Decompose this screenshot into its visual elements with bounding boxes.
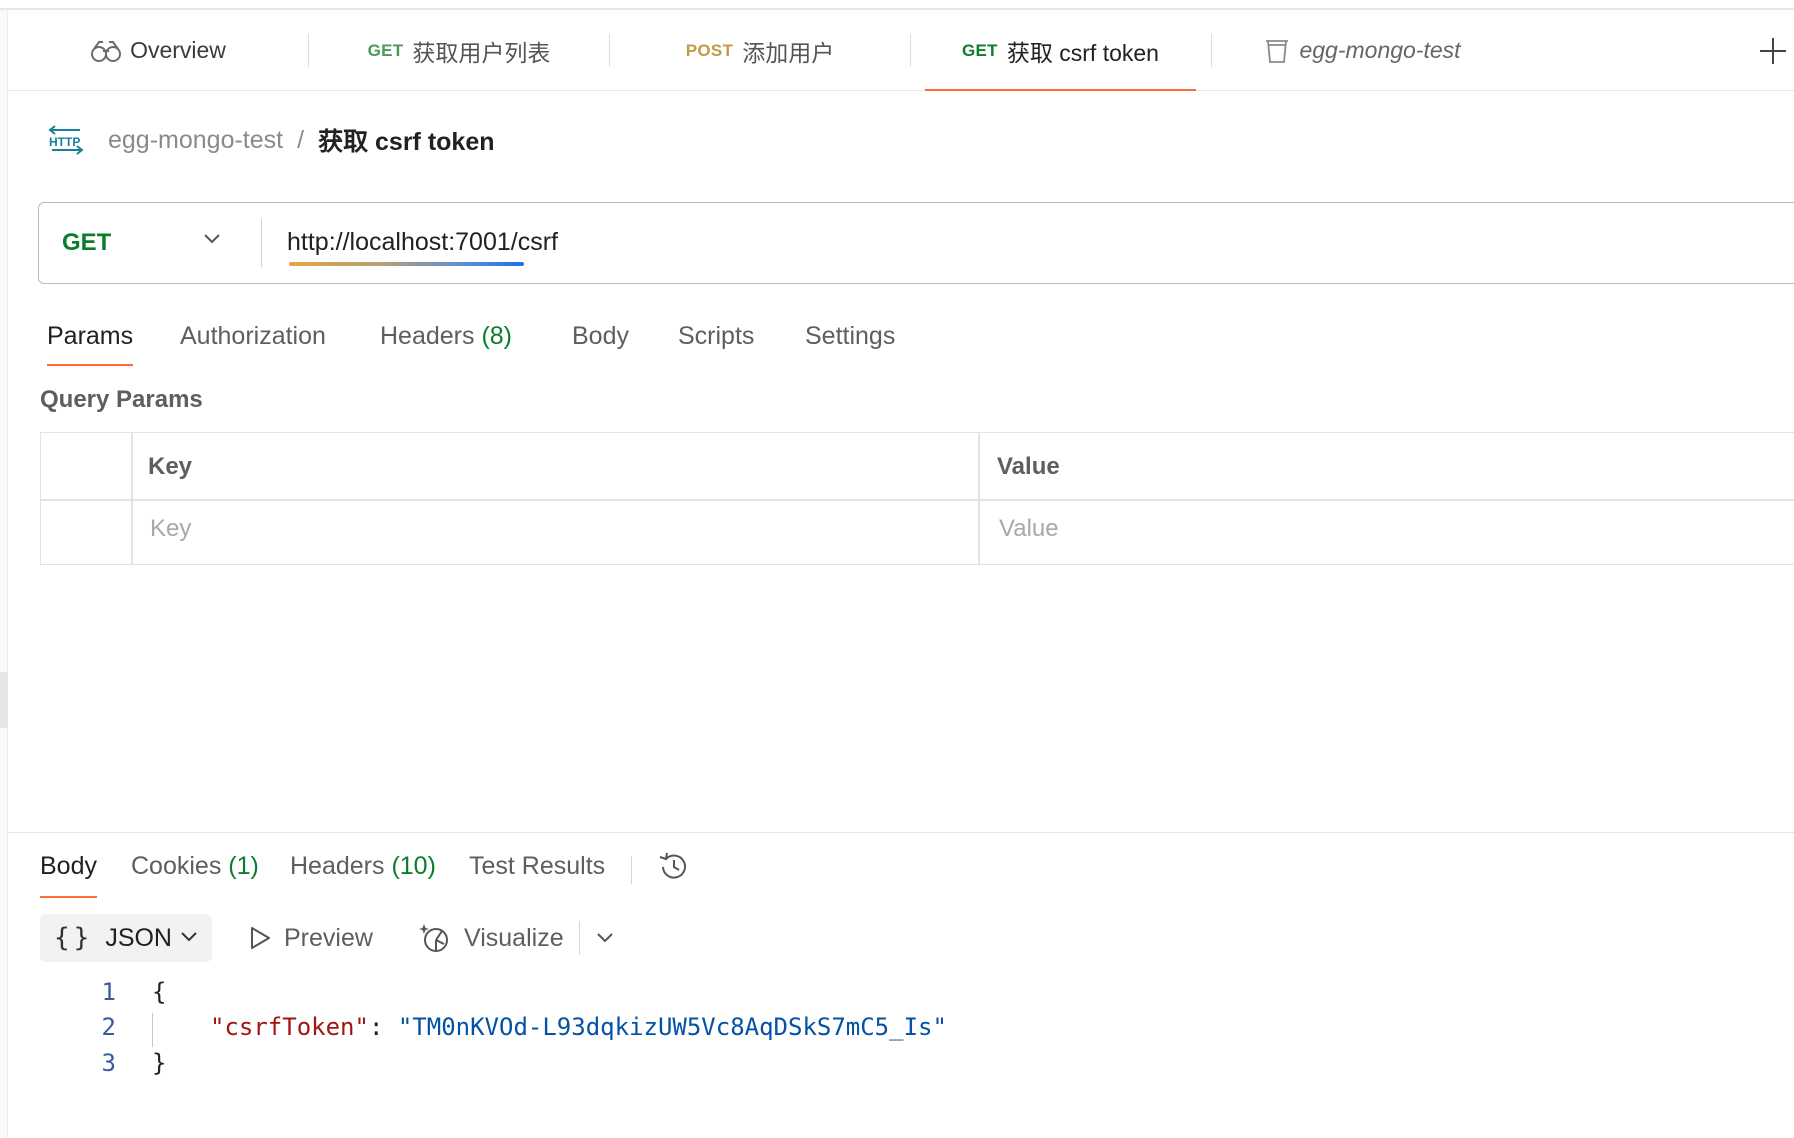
tab-overview[interactable]: Overview — [8, 10, 308, 91]
param-key-input[interactable]: Key — [150, 515, 191, 543]
method-value: GET — [62, 228, 112, 256]
visualize-icon — [419, 924, 448, 952]
chevron-down-icon[interactable] — [594, 928, 616, 948]
url-divider — [261, 219, 262, 267]
method-select[interactable]: GET — [39, 203, 261, 282]
tab-authorization[interactable]: Authorization — [180, 316, 326, 370]
response-tab-divider — [631, 856, 632, 884]
response-headers-count: (10) — [391, 852, 436, 880]
tab-response-body[interactable]: Body — [40, 846, 97, 898]
braces-icon: {} — [54, 923, 94, 953]
breadcrumb: HTTP egg-mongo-test / 获取 csrf token — [46, 120, 495, 160]
format-label: JSON — [105, 923, 172, 952]
response-format-select[interactable]: {} JSON — [40, 914, 212, 962]
tab-label: 获取 csrf token — [1006, 39, 1159, 66]
tab-method: GET — [962, 40, 998, 60]
table-divider — [41, 499, 1794, 501]
chevron-down-icon — [181, 932, 197, 942]
history-icon[interactable] — [656, 849, 692, 885]
tab-response-cookies[interactable]: Cookies (1) — [131, 846, 259, 898]
line-number: 2 — [101, 1013, 116, 1041]
left-resize-handle[interactable] — [0, 672, 8, 728]
tab-label: Overview — [130, 37, 226, 63]
url-variable-underline — [289, 262, 524, 266]
tab-divider — [910, 34, 911, 67]
tab-get-user-list[interactable]: GET 获取用户列表 — [309, 10, 609, 91]
column-header-key: Key — [148, 453, 193, 480]
tab-label: 添加用户 — [742, 39, 835, 66]
tab-post-add-user[interactable]: POST 添加用户 — [610, 10, 910, 91]
play-icon — [251, 927, 270, 949]
headers-count: (8) — [481, 322, 513, 350]
visualize-button[interactable]: Visualize — [418, 914, 564, 962]
response-pane-divider[interactable] — [8, 832, 1794, 833]
svg-text:HTTP: HTTP — [49, 135, 80, 149]
tab-settings[interactable]: Settings — [805, 316, 895, 370]
column-header-value: Value — [997, 453, 1060, 480]
tab-scripts[interactable]: Scripts — [678, 316, 754, 370]
code-line: { — [152, 978, 167, 1006]
tab-method: GET — [367, 40, 404, 60]
breadcrumb-separator: / — [297, 125, 305, 154]
tab-response-headers[interactable]: Headers (10) — [290, 846, 436, 898]
request-tab-bar: Overview GET 获取用户列表 POST 添加用户 GET 获取 csr… — [8, 10, 1794, 91]
tab-label: egg-mongo-test — [1299, 37, 1461, 63]
tab-headers[interactable]: Headers (8) — [380, 316, 512, 370]
collection-icon — [1263, 37, 1291, 65]
toolbar-divider — [579, 921, 580, 955]
tab-get-csrf-token[interactable]: GET 获取 csrf token — [925, 10, 1196, 91]
json-key: "csrfToken" — [210, 1013, 369, 1041]
cookies-count: (1) — [228, 852, 259, 880]
json-string-value: "TM0nKVOd-L93dqkizUW5Vc8AqDSkS7mC5_Is" — [397, 1013, 947, 1041]
line-number: 1 — [101, 978, 116, 1006]
breadcrumb-collection[interactable]: egg-mongo-test — [108, 126, 283, 155]
query-params-title: Query Params — [40, 386, 203, 413]
breadcrumb-request-name[interactable]: 获取 csrf token — [318, 122, 494, 158]
url-input[interactable]: http://localhost:7001/csrf — [287, 203, 558, 282]
preview-label: Preview — [284, 923, 373, 952]
preview-button[interactable]: Preview — [248, 914, 373, 962]
chevron-down-icon — [204, 234, 220, 244]
http-icon: HTTP — [48, 125, 84, 155]
param-value-input[interactable]: Value — [999, 515, 1059, 543]
query-params-table: Key Value Key Value — [40, 432, 1794, 565]
tab-collection[interactable]: egg-mongo-test — [1212, 10, 1512, 91]
indent-guide — [152, 1013, 153, 1047]
tab-label: 获取用户列表 — [412, 39, 551, 66]
tab-body[interactable]: Body — [572, 316, 629, 370]
table-divider — [978, 433, 980, 564]
tab-method: POST — [685, 40, 734, 60]
code-line: "csrfToken": "TM0nKVOd-L93dqkizUW5Vc8AqD… — [210, 1013, 947, 1041]
line-number: 3 — [101, 1049, 116, 1077]
url-bar: GET http://localhost:7001/csrf — [38, 202, 1794, 284]
visualize-label: Visualize — [464, 923, 564, 952]
table-divider — [131, 433, 133, 564]
tab-params[interactable]: Params — [47, 316, 134, 370]
overview-icon — [90, 39, 122, 63]
left-gutter — [0, 10, 8, 1138]
json-colon: : — [368, 1013, 398, 1041]
tab-test-results[interactable]: Test Results — [469, 846, 605, 898]
add-tab-icon[interactable] — [1756, 34, 1790, 68]
code-line: } — [152, 1049, 167, 1077]
